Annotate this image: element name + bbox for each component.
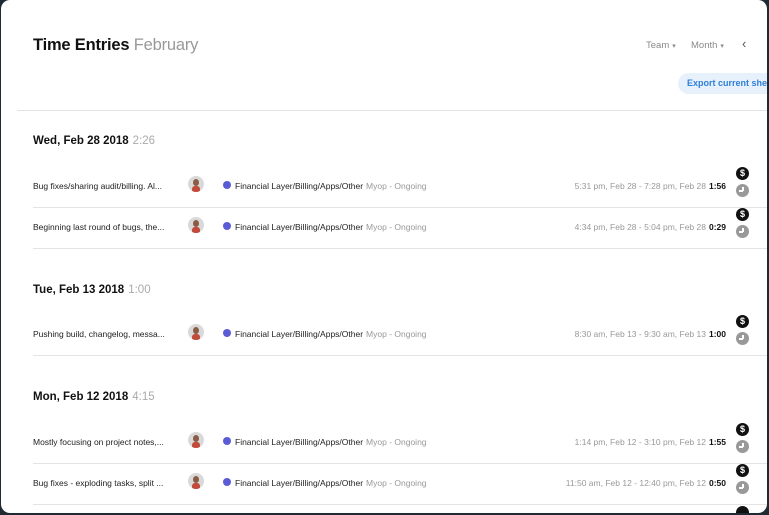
day-header: Tue, Feb 13 2018 1:00 xyxy=(33,284,151,296)
entry-description: Mostly focusing on project notes,... xyxy=(33,437,164,447)
time-range: 1:14 pm, Feb 12 - 3:10 pm, Feb 12 xyxy=(574,437,706,447)
caret-down-icon: ▾ xyxy=(672,43,676,50)
avatar xyxy=(188,432,204,448)
dollar-icon[interactable]: $ xyxy=(736,423,749,436)
day-date: Mon, Feb 12 2018 xyxy=(33,391,129,403)
clock-icon[interactable] xyxy=(736,184,749,197)
entry-duration: 0:29 xyxy=(708,222,726,232)
day-date: Wed, Feb 28 2018 xyxy=(33,135,129,147)
project-client: Myop - Ongoing xyxy=(366,478,427,488)
day-total: 4:15 xyxy=(132,391,155,403)
dollar-icon[interactable]: $ xyxy=(736,167,749,180)
entry-time: 1:14 pm, Feb 12 - 3:10 pm, Feb 12 1:55 xyxy=(575,437,726,447)
row-divider xyxy=(33,248,767,249)
time-range: 5:31 pm, Feb 28 - 7:28 pm, Feb 28 xyxy=(574,181,706,191)
dollar-icon[interactable]: $ xyxy=(736,315,749,328)
avatar xyxy=(188,473,204,489)
title-month: February xyxy=(133,36,199,54)
project-name: Financial Layer/Billing/Apps/Other xyxy=(235,478,364,488)
project-name: Financial Layer/Billing/Apps/Other xyxy=(235,437,364,447)
project-color-dot xyxy=(223,181,231,189)
time-range: 4:34 pm, Feb 28 - 5:04 pm, Feb 28 xyxy=(574,222,706,232)
project-name: Financial Layer/Billing/Apps/Other xyxy=(235,329,364,339)
day-date: Tue, Feb 13 2018 xyxy=(33,284,125,296)
project-color-dot xyxy=(223,478,231,486)
entry-duration: 1:00 xyxy=(708,329,726,339)
dollar-icon[interactable] xyxy=(736,506,749,513)
entry-description: Pushing build, changelog, messa... xyxy=(33,329,165,339)
project-client: Myop - Ongoing xyxy=(366,437,427,447)
time-entries-window: Time Entries February Team ▾ Month ▾ ‹ Exp… xyxy=(1,0,767,513)
clock-icon[interactable] xyxy=(736,481,749,494)
clock-icon[interactable] xyxy=(736,440,749,453)
entry-duration: 1:55 xyxy=(708,437,726,447)
entry-time: 5:31 pm, Feb 28 - 7:28 pm, Feb 28 1:56 xyxy=(575,181,726,191)
table-row[interactable]: Beginning last round of bugs, the... Fin… xyxy=(33,207,767,249)
month-dropdown[interactable]: Month ▾ xyxy=(691,40,724,51)
avatar xyxy=(188,176,204,192)
dollar-icon[interactable]: $ xyxy=(736,208,749,221)
table-row[interactable]: Mostly focusing on project notes,... Fin… xyxy=(33,422,767,464)
project-color-dot xyxy=(223,222,231,230)
time-range: 8:30 am, Feb 13 - 9:30 am, Feb 13 xyxy=(574,329,706,339)
entry-description: Beginning last round of bugs, the... xyxy=(33,222,165,232)
entry-duration: 0:50 xyxy=(708,478,726,488)
avatar xyxy=(188,217,204,233)
caret-down-icon: ▾ xyxy=(720,43,724,50)
day-total: 1:00 xyxy=(128,284,151,296)
clock-icon[interactable] xyxy=(736,225,749,238)
day-header: Mon, Feb 12 2018 4:15 xyxy=(33,391,155,403)
table-row[interactable]: Bug fixes - exploding tasks, split ... F… xyxy=(33,463,767,505)
entry-project: Financial Layer/Billing/Apps/Other Myop -… xyxy=(235,181,427,191)
entry-time: 8:30 am, Feb 13 - 9:30 am, Feb 13 1:00 xyxy=(575,329,726,339)
row-divider xyxy=(33,355,767,356)
entry-time: 4:34 pm, Feb 28 - 5:04 pm, Feb 28 0:29 xyxy=(575,222,726,232)
project-client: Myop - Ongoing xyxy=(366,222,427,232)
project-name: Financial Layer/Billing/Apps/Other xyxy=(235,222,364,232)
day-total: 2:26 xyxy=(132,135,156,147)
time-range: 11:50 am, Feb 12 - 12:40 pm, Feb 12 xyxy=(565,478,706,488)
entry-time: 11:50 am, Feb 12 - 12:40 pm, Feb 12 0:50 xyxy=(566,478,726,488)
table-row[interactable]: Pushing build, changelog, messa... Finan… xyxy=(33,314,767,356)
project-name: Financial Layer/Billing/Apps/Other xyxy=(235,181,364,191)
team-dropdown-label: Team xyxy=(646,40,670,51)
table-row[interactable]: Bug fixes/sharing audit/billing. Al... F… xyxy=(33,166,767,208)
project-color-dot xyxy=(223,437,231,445)
dollar-icon[interactable]: $ xyxy=(736,464,749,477)
entry-duration: 1:56 xyxy=(708,181,726,191)
entry-project: Financial Layer/Billing/Apps/Other Myop -… xyxy=(235,222,427,232)
project-color-dot xyxy=(223,329,231,337)
month-dropdown-label: Month xyxy=(691,40,718,51)
export-sheet-button[interactable]: Export current sheet xyxy=(678,73,767,94)
page-title: Time Entries February xyxy=(33,36,198,55)
chevron-left-icon[interactable]: ‹ xyxy=(742,36,746,51)
entry-description: Bug fixes - exploding tasks, split ... xyxy=(33,478,164,488)
clock-icon[interactable] xyxy=(736,332,749,345)
day-header: Wed, Feb 28 2018 2:26 xyxy=(33,135,155,147)
header-divider xyxy=(17,110,767,111)
project-client: Myop - Ongoing xyxy=(366,329,427,339)
row-divider xyxy=(33,504,767,505)
team-dropdown[interactable]: Team ▾ xyxy=(646,40,676,51)
entry-project: Financial Layer/Billing/Apps/Other Myop -… xyxy=(235,437,427,447)
entry-project: Financial Layer/Billing/Apps/Other Myop -… xyxy=(235,478,427,488)
entry-description: Bug fixes/sharing audit/billing. Al... xyxy=(33,181,162,191)
avatar xyxy=(188,324,204,340)
entry-project: Financial Layer/Billing/Apps/Other Myop -… xyxy=(235,329,427,339)
title-text: Time Entries xyxy=(33,36,130,54)
project-client: Myop - Ongoing xyxy=(366,181,427,191)
